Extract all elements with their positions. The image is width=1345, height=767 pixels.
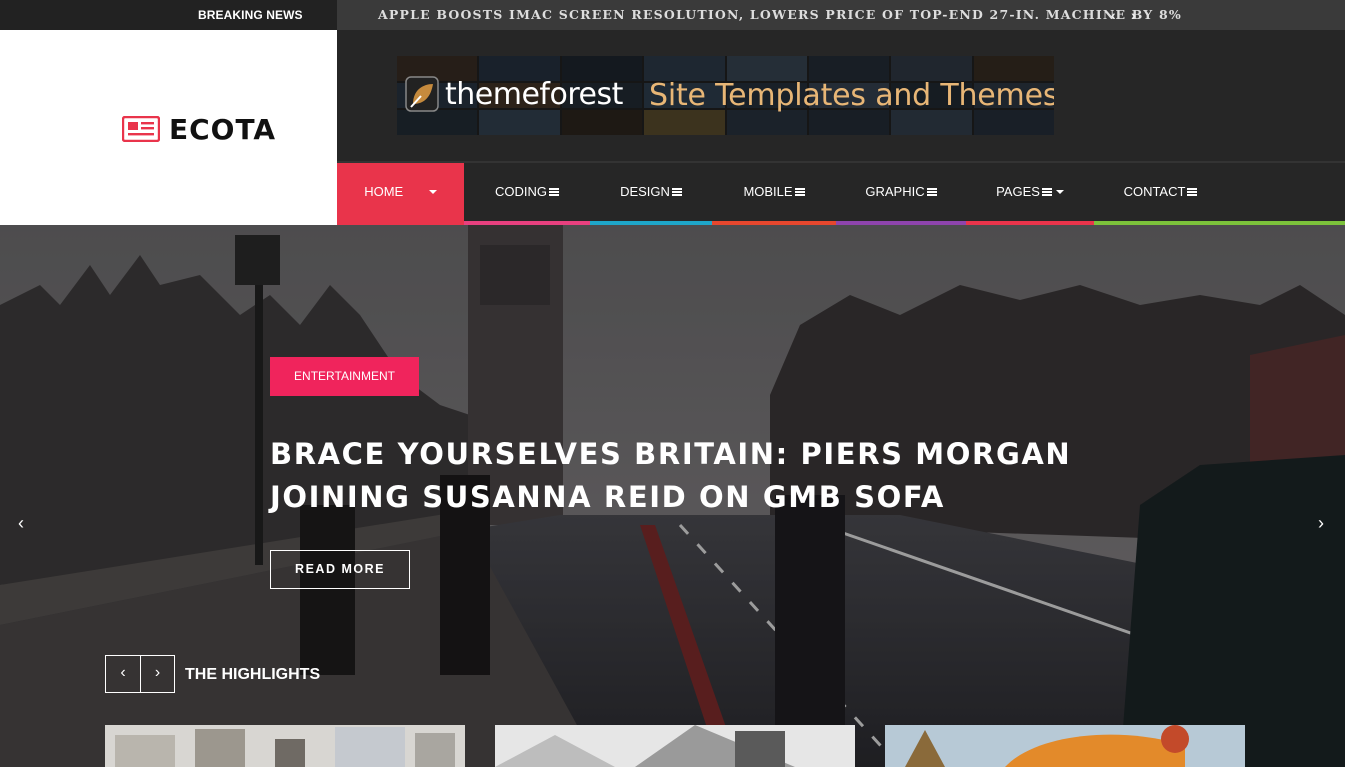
newspaper-icon	[122, 116, 160, 142]
nav-item-contact[interactable]: CONTACT	[1094, 163, 1227, 225]
slider-prev-icon[interactable]: ‹	[18, 513, 24, 534]
themeforest-leaf-icon	[405, 76, 439, 112]
nav-item-home[interactable]: HOME	[337, 163, 464, 225]
caret-down-icon	[428, 190, 437, 194]
highlight-image	[885, 725, 1245, 767]
nav-item-label: CODING	[495, 184, 547, 199]
hero-slider: ENTERTAINMENT BRACE YOURSELVES BRITAIN: …	[0, 225, 1345, 767]
nav-item-coding[interactable]: CODING	[464, 163, 590, 225]
breaking-news-bar: BREAKING NEWS APPLE BOOSTS IMAC SCREEN R…	[0, 0, 1345, 30]
highlight-thumbnail[interactable]	[495, 725, 855, 767]
highlights-next-button[interactable]: ›	[139, 656, 174, 692]
nav-item-graphic[interactable]: GRAPHIC	[836, 163, 966, 225]
logo-text: ECOTA	[169, 112, 277, 146]
hamburger-icon	[1041, 188, 1052, 196]
nav-item-label: HOME	[364, 184, 404, 199]
nav-item-label: CONTACT	[1123, 184, 1186, 199]
themeforest-brand: themeforest	[405, 76, 623, 112]
nav-item-design[interactable]: DESIGN	[590, 163, 712, 225]
nav-item-label: DESIGN	[620, 184, 670, 199]
logo-area: ECOTA	[0, 30, 337, 225]
nav-item-label: PAGES	[996, 184, 1040, 199]
hero-headline[interactable]: BRACE YOURSELVES BRITAIN: PIERS MORGAN J…	[270, 433, 1170, 519]
highlights-controls: ‹ ›	[105, 655, 175, 693]
highlights-prev-button[interactable]: ‹	[106, 656, 140, 692]
breaking-news-label: BREAKING NEWS	[0, 0, 337, 30]
ad-slogan: Site Templates and Themes	[649, 78, 1054, 113]
read-more-button[interactable]: READ MORE	[270, 550, 410, 589]
hamburger-icon	[549, 188, 559, 196]
breaking-prev-icon[interactable]: ‹	[1111, 0, 1116, 30]
nav-item-label: GRAPHIC	[865, 184, 925, 199]
hamburger-icon	[1187, 188, 1198, 196]
header-ad-area: themeforest Site Templates and Themes	[337, 30, 1345, 161]
category-badge[interactable]: ENTERTAINMENT	[270, 357, 419, 396]
hamburger-icon	[926, 188, 937, 196]
hamburger-icon	[671, 188, 682, 196]
caret-down-icon	[1055, 190, 1064, 194]
highlight-thumbnail[interactable]	[105, 725, 465, 767]
highlight-thumbnail[interactable]	[885, 725, 1245, 767]
highlight-image	[495, 725, 855, 767]
main-nav: HOME CODING DESIGN MOBILE GRAPHIC PAGES …	[337, 161, 1345, 225]
nav-item-label: MOBILE	[743, 184, 793, 199]
nav-item-pages[interactable]: PAGES	[966, 163, 1094, 225]
site-logo[interactable]: ECOTA	[122, 112, 277, 146]
breaking-news-headline[interactable]: APPLE BOOSTS IMAC SCREEN RESOLUTION, LOW…	[378, 0, 1182, 30]
hamburger-icon	[794, 188, 805, 196]
highlight-image	[105, 725, 465, 767]
highlights-title: THE HIGHLIGHTS	[185, 666, 321, 683]
themeforest-text: themeforest	[445, 76, 623, 112]
slider-next-icon[interactable]: ›	[1318, 513, 1324, 534]
breaking-next-icon[interactable]: ›	[1131, 0, 1136, 30]
ad-banner[interactable]: themeforest Site Templates and Themes	[397, 56, 1054, 135]
nav-item-mobile[interactable]: MOBILE	[712, 163, 836, 225]
